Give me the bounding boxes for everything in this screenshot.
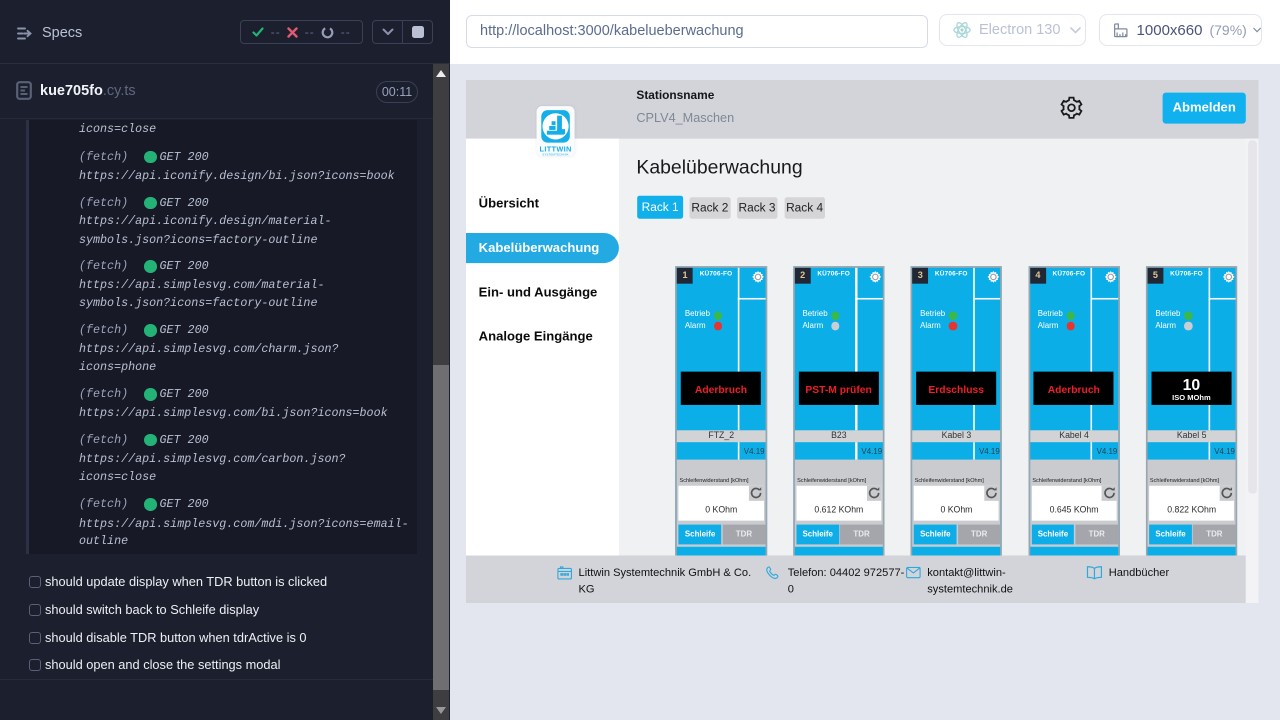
svg-text:SYSTEMTECHNIK: SYSTEMTECHNIK — [542, 152, 568, 156]
